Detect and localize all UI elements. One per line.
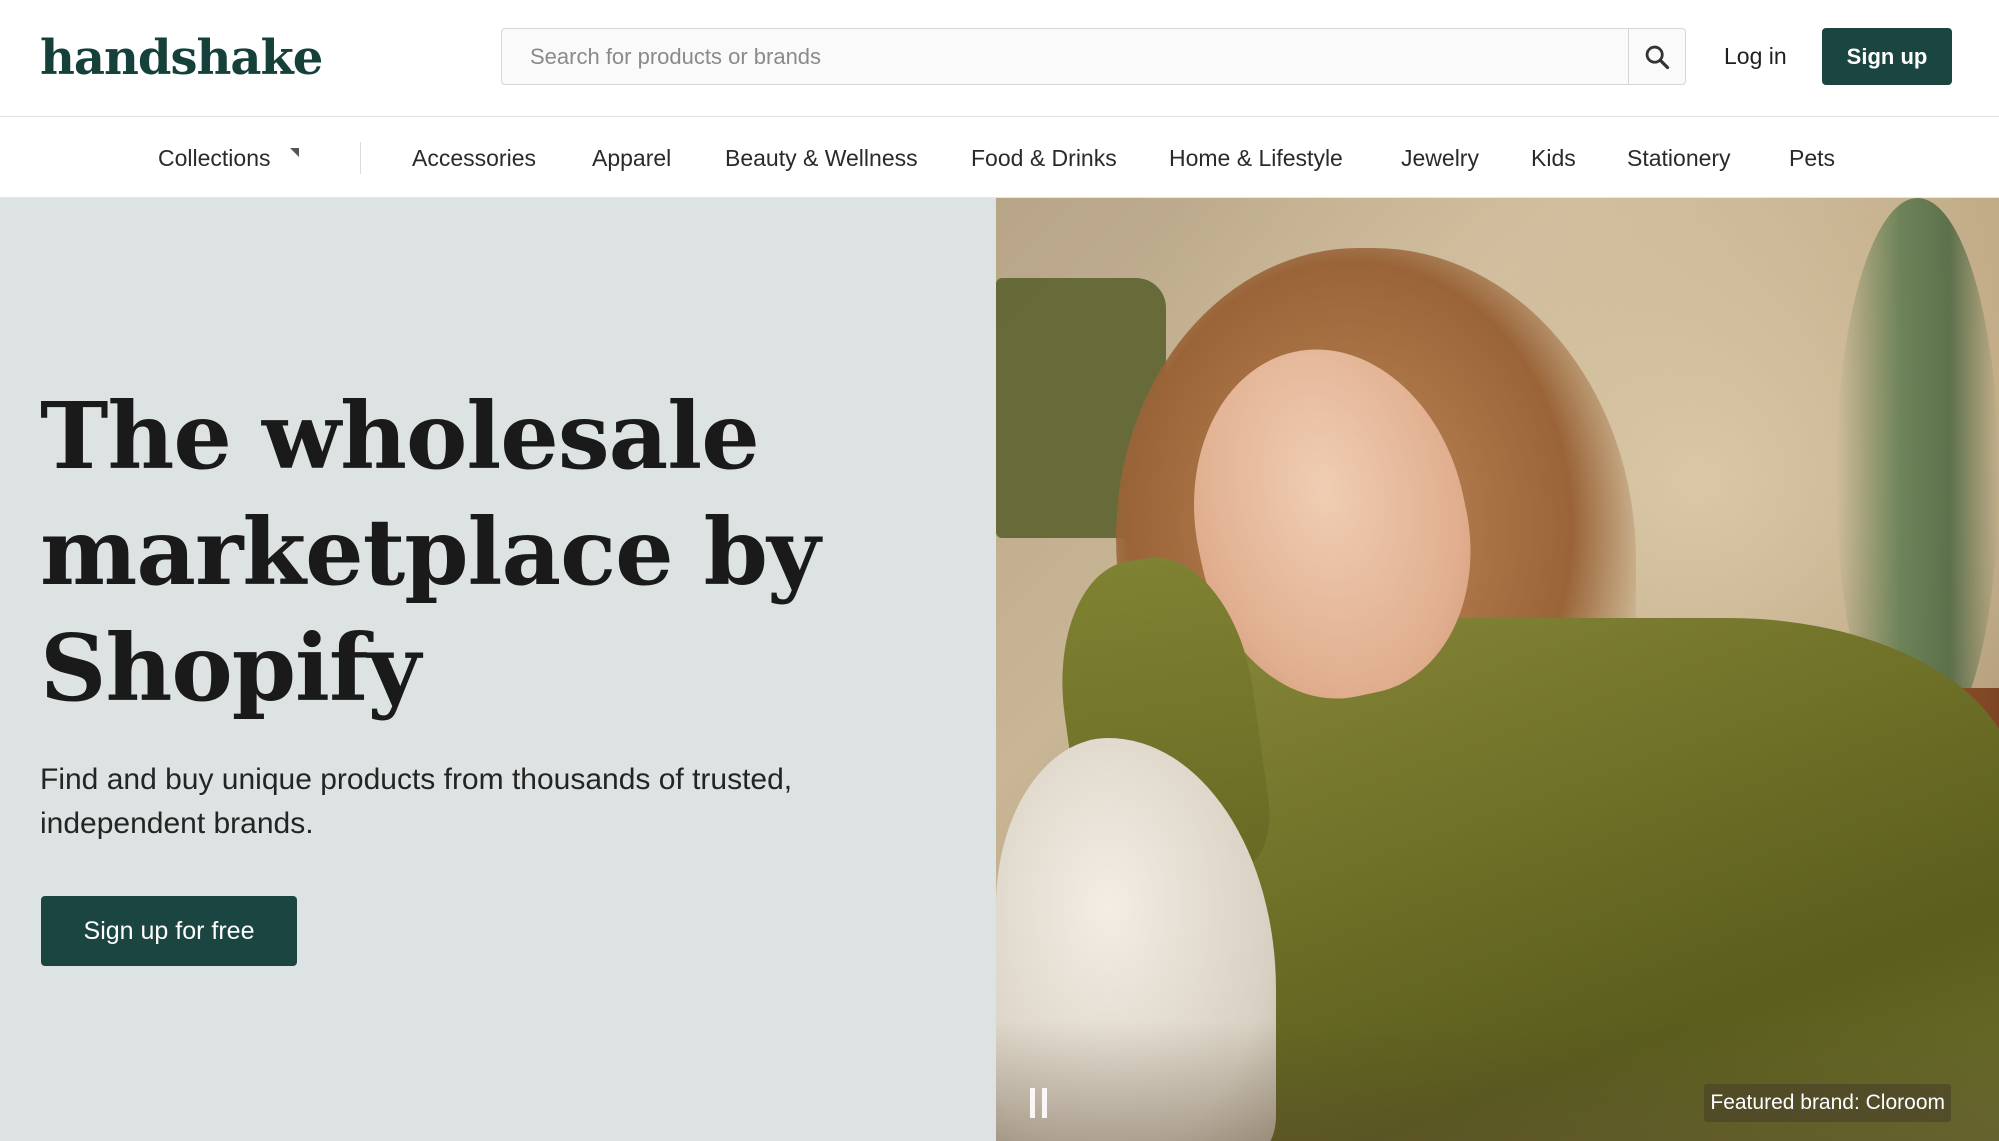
hero-subtitle: Find and buy unique products from thousa… — [40, 763, 793, 840]
search-input[interactable] — [502, 29, 1628, 84]
featured-brand-caption: Featured brand: Cloroom — [1704, 1084, 1951, 1122]
pause-icon[interactable] — [1028, 1088, 1050, 1118]
search-button[interactable] — [1628, 29, 1685, 84]
nav-beauty-wellness[interactable]: Beauty & Wellness — [725, 118, 918, 198]
hero-title-line: The wholesale — [40, 382, 760, 490]
search-icon — [1645, 45, 1670, 69]
login-link[interactable]: Log in — [1724, 28, 1787, 85]
hero-image — [996, 198, 1999, 1141]
caret-down-icon — [290, 148, 299, 157]
nav-divider — [360, 142, 361, 174]
hero-title-line: Shopify — [40, 614, 421, 722]
signup-button[interactable]: Sign up — [1822, 28, 1952, 85]
hero-title-line: marketplace by — [40, 498, 820, 606]
nav-food-drinks[interactable]: Food & Drinks — [971, 118, 1117, 198]
nav-apparel[interactable]: Apparel — [592, 118, 671, 198]
site-header: handshake Log in Sign up — [0, 0, 1999, 117]
search-bar — [501, 28, 1686, 85]
nav-kids[interactable]: Kids — [1531, 118, 1576, 198]
nav-collections[interactable]: Collections — [158, 118, 271, 198]
hero-title: The wholesale marketplace by Shopify — [40, 378, 940, 726]
nav-accessories[interactable]: Accessories — [412, 118, 536, 198]
nav-pets[interactable]: Pets — [1789, 118, 1835, 198]
signup-free-button[interactable]: Sign up for free — [41, 896, 297, 966]
category-nav: Collections Accessories Apparel Beauty &… — [0, 118, 1999, 198]
nav-stationery[interactable]: Stationery — [1627, 118, 1731, 198]
nav-home-lifestyle[interactable]: Home & Lifestyle — [1169, 118, 1343, 198]
handshake-logo[interactable]: handshake — [40, 28, 323, 88]
nav-jewelry[interactable]: Jewelry — [1401, 118, 1479, 198]
image-floor-shadow — [996, 1021, 1999, 1141]
